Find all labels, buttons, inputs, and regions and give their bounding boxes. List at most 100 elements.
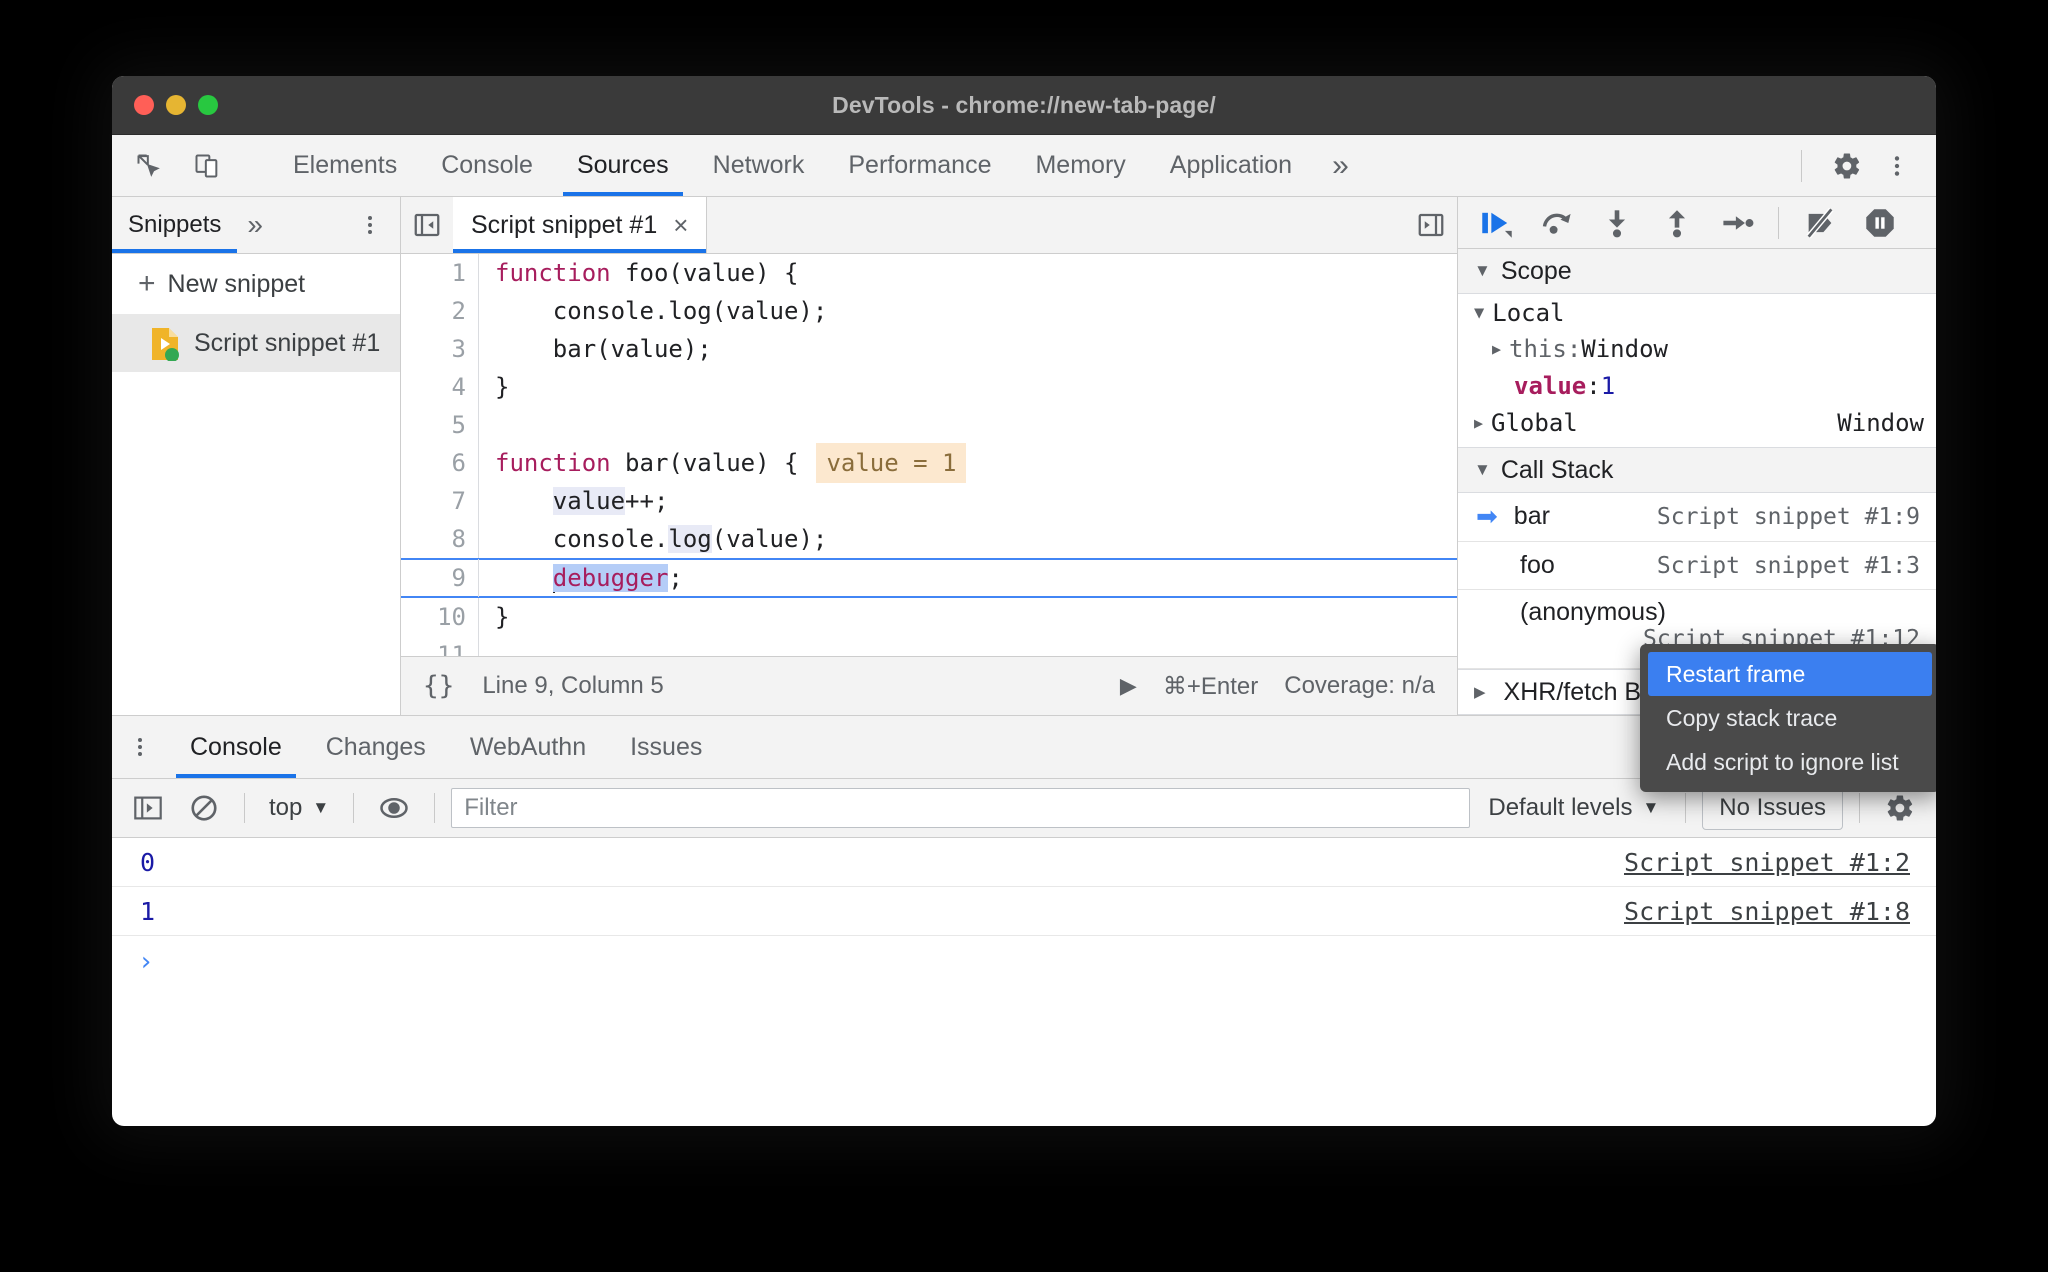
drawer-tab-webauthn[interactable]: WebAuthn [448, 716, 608, 778]
chevron-right-icon[interactable]: ▶ [1492, 340, 1501, 358]
scope-row-this[interactable]: ▶ this : Window [1458, 331, 1936, 368]
console-message[interactable]: 0 Script snippet #1:2 [112, 838, 1936, 887]
tab-snippets[interactable]: Snippets [112, 197, 238, 253]
step-out-icon[interactable] [1652, 200, 1702, 246]
scope-group-label: Global [1491, 408, 1578, 437]
scope-row-value[interactable]: value : 1 [1458, 368, 1936, 405]
menu-item-restart-frame[interactable]: Restart frame [1648, 652, 1932, 696]
new-snippet-button[interactable]: + New snippet [112, 254, 400, 314]
line-number: 5 [401, 406, 479, 444]
issues-status-button[interactable]: No Issues [1702, 786, 1843, 830]
call-stack-frame-foo[interactable]: foo Script snippet #1:3 [1458, 542, 1936, 591]
plus-icon: + [138, 267, 156, 300]
line-text: function foo(value) { [495, 259, 799, 287]
editor-tabstrip: Script snippet #1 × [401, 197, 1457, 254]
tab-snippets-label: Snippets [128, 211, 222, 238]
drawer-menu-button[interactable] [112, 716, 168, 778]
scope-group-global[interactable]: ▶ Global Window [1458, 404, 1936, 441]
editor-status-bar: {} Line 9, Column 5 ▶ ⌘+Enter Coverage: … [401, 656, 1457, 715]
close-icon[interactable]: × [673, 210, 688, 241]
resume-script-execution-icon[interactable] [1472, 200, 1522, 246]
drawer-tab-changes[interactable]: Changes [304, 716, 448, 778]
list-item[interactable]: Script snippet #1 [112, 314, 400, 372]
filter-input[interactable]: Filter [451, 788, 1471, 828]
list-item-label: Script snippet #1 [194, 328, 381, 357]
live-expression-icon[interactable] [370, 785, 418, 831]
scope-group-value: Window [1837, 408, 1924, 437]
deactivate-breakpoints-icon[interactable] [1795, 200, 1845, 246]
chevron-down-icon: ▼ [1642, 798, 1660, 817]
step-into-icon[interactable] [1592, 200, 1642, 246]
tab-console[interactable]: Console [419, 135, 555, 196]
console-message[interactable]: 1 Script snippet #1:8 [112, 887, 1936, 936]
pause-on-exceptions-icon[interactable] [1855, 200, 1905, 246]
tab-memory-label: Memory [1035, 151, 1126, 179]
editor-tab-script-snippet[interactable]: Script snippet #1 × [453, 197, 708, 253]
line-text: value++; [552, 487, 669, 515]
console-prompt[interactable]: › [112, 936, 1936, 988]
gear-icon[interactable] [1824, 143, 1870, 189]
log-levels-label: Default levels [1488, 794, 1633, 821]
line-number: 10 [401, 598, 479, 636]
device-toolbar-icon[interactable] [184, 143, 230, 189]
scope-property-name: value [1514, 372, 1587, 400]
scope-separator: : [1586, 372, 1601, 400]
chevron-right-icon[interactable]: ▶ [1474, 414, 1483, 432]
context-menu[interactable]: Restart frame Copy stack trace Add scrip… [1640, 644, 1936, 792]
tab-application[interactable]: Application [1148, 135, 1314, 196]
console-sidebar-icon[interactable] [124, 785, 172, 831]
tab-sources-label: Sources [576, 151, 669, 179]
tab-performance[interactable]: Performance [826, 135, 1013, 196]
window-title: DevTools - chrome://new-tab-page/ [832, 91, 1216, 118]
frame-location: Script snippet #1:3 [1656, 552, 1920, 579]
call-stack-frame-bar[interactable]: ➡ bar Script snippet #1:9 [1458, 493, 1936, 542]
navigator-header: Snippets » [112, 197, 400, 254]
window-controls[interactable] [134, 95, 218, 115]
navigator-more-button[interactable]: » [237, 209, 273, 241]
scope-property-value: 1 [1600, 372, 1616, 400]
menu-item-copy-stack-trace[interactable]: Copy stack trace [1648, 696, 1932, 740]
close-window-button[interactable] [134, 95, 154, 115]
tab-network[interactable]: Network [691, 135, 827, 196]
tab-sources[interactable]: Sources [555, 135, 691, 196]
inspect-element-icon[interactable] [126, 143, 172, 189]
sources-panel: Snippets » + New snippet Script snippet … [112, 197, 1936, 792]
show-debugger-icon[interactable] [1405, 197, 1457, 253]
maximize-window-button[interactable] [198, 95, 218, 115]
call-stack-section-header[interactable]: ▼ Call Stack [1458, 447, 1936, 494]
pretty-print-icon[interactable]: {} [423, 671, 454, 701]
scope-group-local[interactable]: ▼ Local [1458, 294, 1936, 331]
toolbar-divider [353, 793, 355, 823]
more-tabs-button[interactable]: » [1314, 135, 1367, 196]
console-message-source-link[interactable]: Script snippet #1:8 [1624, 897, 1936, 926]
clear-console-icon[interactable] [180, 785, 228, 831]
show-navigator-icon[interactable] [401, 197, 453, 253]
menu-item-label: Restart frame [1666, 660, 1806, 687]
console-message-source-link[interactable]: Script snippet #1:2 [1624, 848, 1936, 877]
log-levels-selector[interactable]: Default levels ▼ [1478, 794, 1669, 822]
drawer-tab-console[interactable]: Console [168, 716, 304, 778]
title-bar: DevTools - chrome://new-tab-page/ [112, 76, 1936, 135]
console-prompt-symbol: › [138, 947, 154, 977]
code-line: 4} [401, 368, 1457, 406]
scope-property-value: Window [1581, 335, 1668, 364]
execution-context-selector[interactable]: top ▼ [261, 794, 337, 822]
line-number: 6 [401, 444, 479, 482]
scope-section-header[interactable]: ▼ Scope [1458, 249, 1936, 295]
step-icon[interactable] [1712, 200, 1762, 246]
step-over-icon[interactable] [1532, 200, 1582, 246]
menu-item-label: Add script to ignore list [1666, 748, 1899, 775]
navigator-menu-button[interactable] [358, 212, 400, 238]
editor-tab-label: Script snippet #1 [471, 210, 658, 239]
run-snippet-icon[interactable]: ▶ [1120, 673, 1137, 699]
kebab-menu-icon[interactable] [1874, 143, 1920, 189]
drawer-tab-issues[interactable]: Issues [608, 716, 724, 778]
chevron-down-icon: ▼ [1474, 460, 1491, 480]
tab-elements[interactable]: Elements [271, 135, 419, 196]
code-editor[interactable]: 1 function foo(value) { 2 console.log(val… [401, 254, 1457, 656]
tab-application-label: Application [1169, 151, 1293, 179]
menu-item-add-script-to-ignore-list[interactable]: Add script to ignore list [1648, 740, 1932, 784]
tab-memory[interactable]: Memory [1013, 135, 1147, 196]
minimize-window-button[interactable] [166, 95, 186, 115]
code-line: 5 [401, 406, 1457, 444]
